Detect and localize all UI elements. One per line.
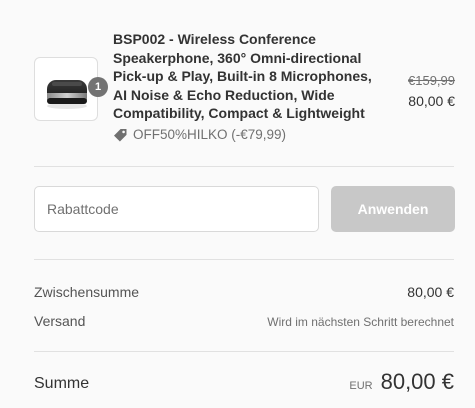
product-thumbnail: 1 [34, 57, 108, 121]
total-price: EUR 80,00 € [349, 369, 454, 395]
discount-code-label: OFF50%HILKO (-€79,99) [133, 127, 287, 142]
subtotal-label: Zwischensumme [34, 284, 140, 300]
line-item-prices: €159,99 80,00 € [408, 73, 455, 111]
subtotal-value: 80,00 € [407, 284, 454, 300]
shipping-value: Wird im nächsten Schritt berechnet [267, 315, 454, 329]
currency-code: EUR [349, 380, 373, 392]
tag-icon [113, 128, 128, 143]
line-item-price: 80,00 € [408, 93, 455, 109]
quantity-badge: 1 [88, 77, 108, 97]
apply-discount-button[interactable]: Anwenden [331, 186, 455, 232]
discount-code-input[interactable] [34, 186, 319, 232]
order-summary: 1 BSP002 - Wireless Conference Speakerph… [0, 0, 475, 408]
original-price: €159,99 [408, 73, 455, 88]
line-item: 1 BSP002 - Wireless Conference Speakerph… [34, 28, 459, 150]
divider [34, 166, 454, 167]
total-amount: 80,00 € [380, 369, 454, 394]
speakerphone-product-image [47, 80, 87, 109]
product-title: BSP002 - Wireless Conference Speakerphon… [113, 31, 372, 121]
divider [34, 259, 454, 260]
total-label: Summe [34, 375, 90, 392]
applied-discount: OFF50%HILKO (-€79,99) [113, 127, 286, 143]
divider [34, 351, 454, 352]
shipping-label: Versand [34, 313, 86, 329]
